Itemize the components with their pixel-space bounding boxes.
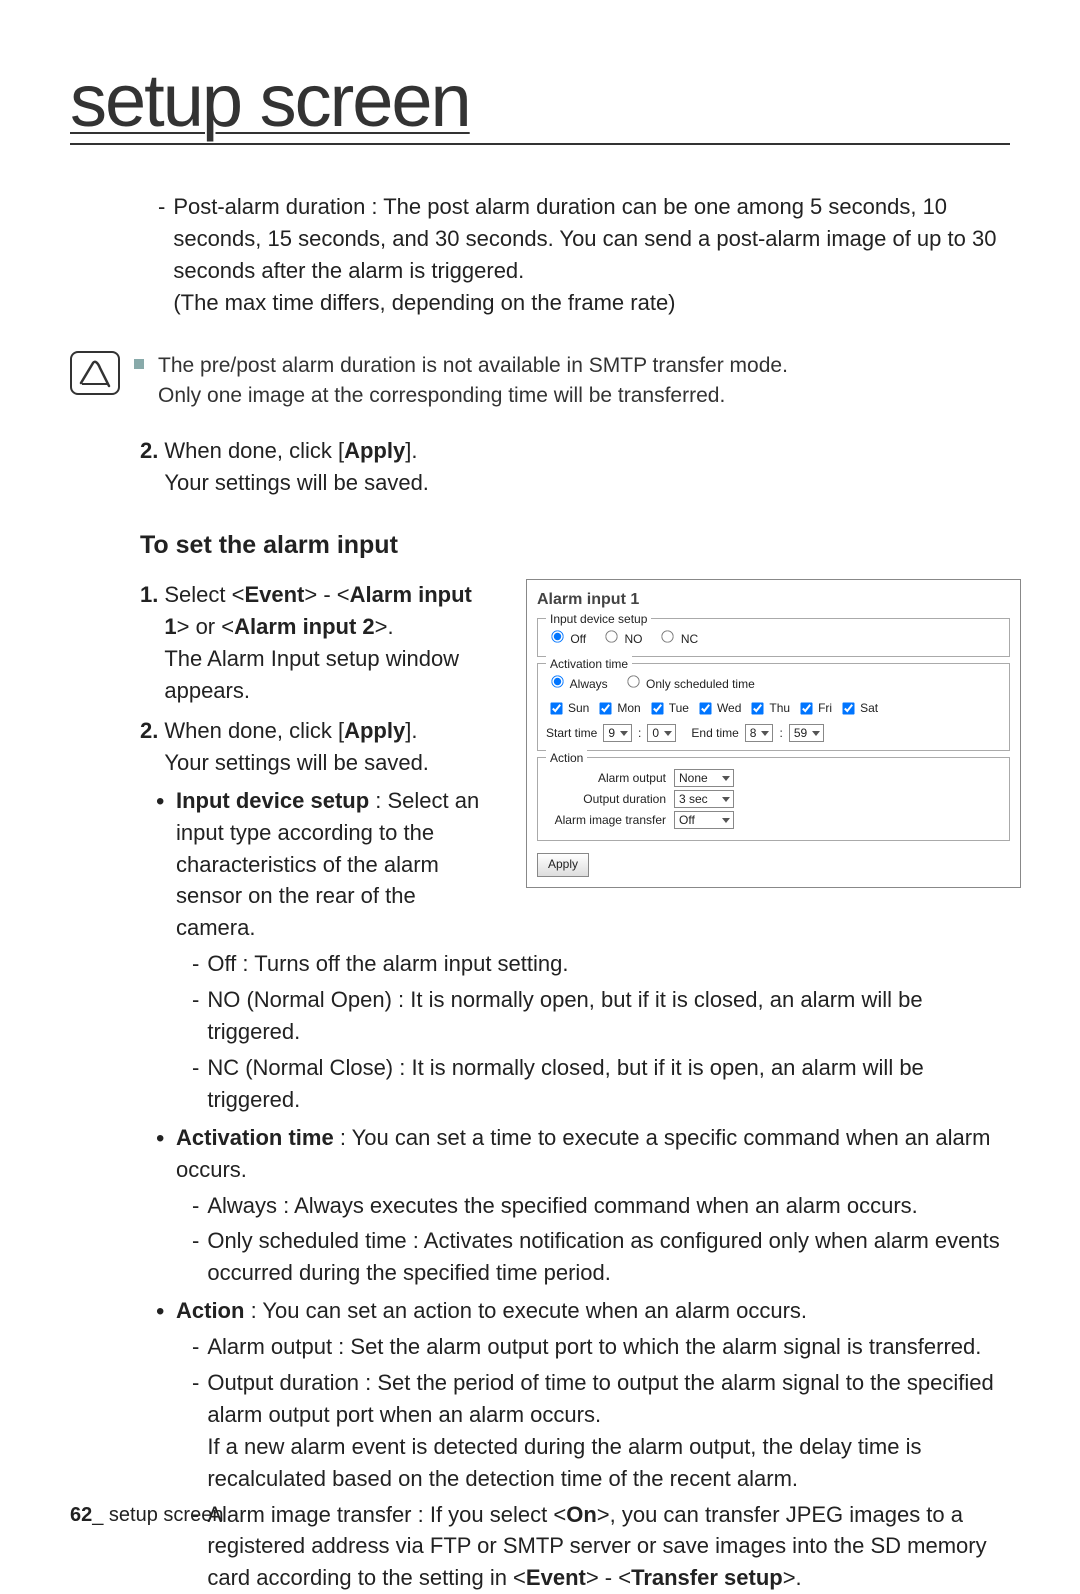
fieldset-input-device: Input device setup Off NO NC: [537, 618, 1010, 657]
title-row: setup screen: [70, 58, 1010, 145]
note-block: The pre/post alarm duration is not avail…: [70, 351, 1010, 412]
note-icon: [70, 351, 120, 395]
note-bullet-icon: [134, 359, 144, 369]
section-heading: To set the alarm input: [140, 527, 1010, 563]
sel-image-transfer[interactable]: Off: [674, 811, 734, 829]
day-sat[interactable]: Sat: [838, 699, 878, 718]
day-mon[interactable]: Mon: [595, 699, 640, 718]
fieldset-action: Action Alarm outputNone Output duration3…: [537, 757, 1010, 841]
note-text: The pre/post alarm duration is not avail…: [158, 351, 788, 412]
dash-list-input-device: -Off : Turns off the alarm input setting…: [140, 948, 1010, 1115]
end-min[interactable]: 59: [789, 724, 824, 742]
day-tue[interactable]: Tue: [647, 699, 689, 718]
day-fri[interactable]: Fri: [796, 699, 832, 718]
bullet-activation-time: Activation time : You can set a time to …: [140, 1122, 1010, 1186]
day-row: Sun Mon Tue Wed Thu Fri Sat: [546, 699, 1001, 718]
radio-always[interactable]: Always: [546, 672, 608, 693]
footer: 62_ setup screen: [70, 1504, 223, 1527]
radio-scheduled[interactable]: Only scheduled time: [622, 672, 755, 693]
radio-nc[interactable]: NC: [656, 627, 698, 648]
step-1: 1. Select <Event> - <Alarm input 1> or <…: [140, 579, 500, 707]
post-alarm-text: Post-alarm duration : The post alarm dur…: [173, 191, 1010, 319]
content: -Post-alarm duration : The post alarm du…: [70, 191, 1010, 1594]
day-sun[interactable]: Sun: [546, 699, 589, 718]
apply-button[interactable]: Apply: [537, 853, 589, 876]
fieldset-activation-time: Activation time Always Only scheduled ti…: [537, 663, 1010, 751]
step-2b: 2. When done, click [Apply]. Your settin…: [140, 715, 500, 779]
day-thu[interactable]: Thu: [747, 699, 790, 718]
day-wed[interactable]: Wed: [695, 699, 741, 718]
sel-alarm-output[interactable]: None: [674, 769, 734, 787]
page: setup screen -Post-alarm duration : The …: [0, 0, 1080, 1571]
bullet-action: Action : You can set an action to execut…: [140, 1295, 1010, 1327]
page-title: setup screen: [70, 59, 470, 142]
panel-title: Alarm input 1: [537, 588, 1010, 611]
sel-output-duration[interactable]: 3 sec: [674, 790, 734, 808]
start-hour[interactable]: 9: [603, 724, 632, 742]
two-col: 1. Select <Event> - <Alarm input 1> or <…: [140, 579, 1010, 944]
end-hour[interactable]: 8: [745, 724, 774, 742]
dash-list-action: -Alarm output : Set the alarm output por…: [140, 1331, 1010, 1594]
radio-no[interactable]: NO: [600, 627, 642, 648]
radio-off[interactable]: Off: [546, 627, 586, 648]
alarm-panel: Alarm input 1 Input device setup Off NO …: [526, 579, 1021, 887]
time-row: Start time 9 : 0 End time 8 : 59: [546, 724, 1001, 742]
start-min[interactable]: 0: [647, 724, 676, 742]
bullet-input-device: Input device setup : Select an input typ…: [140, 785, 500, 944]
post-alarm-block: -Post-alarm duration : The post alarm du…: [140, 191, 1010, 319]
step-2a: 2. When done, click [Apply]. Your settin…: [140, 435, 1010, 499]
dash-list-activation: -Always : Always executes the specified …: [140, 1190, 1010, 1290]
